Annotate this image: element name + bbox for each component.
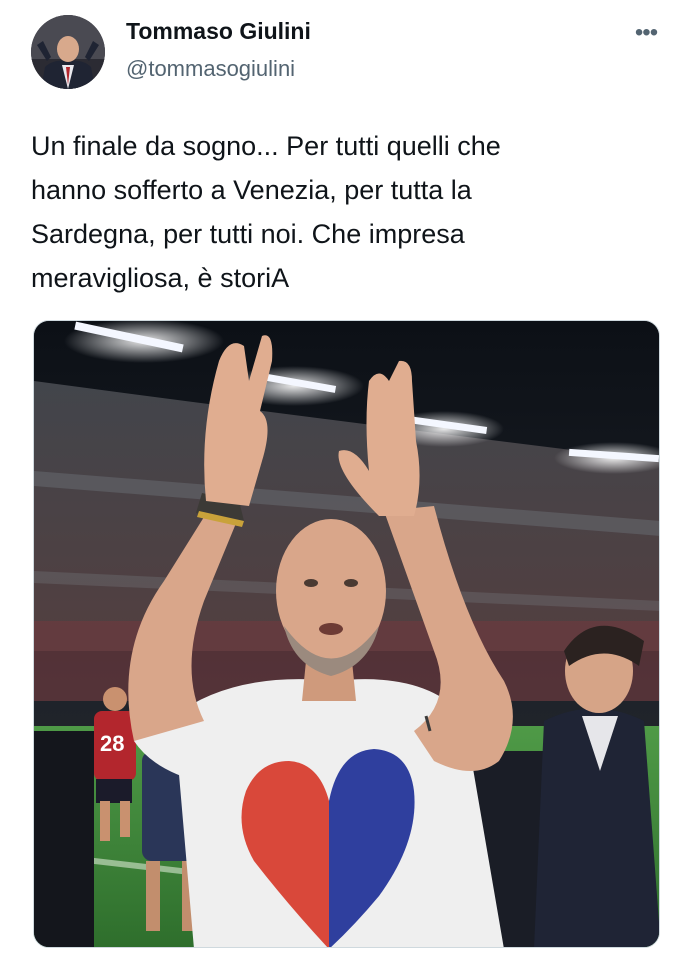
post-photo[interactable]: 28 xyxy=(33,320,660,948)
post-text: Un finale da sogno... Per tutti quelli c… xyxy=(31,131,501,293)
avatar[interactable] xyxy=(31,15,105,89)
tweet-card: Tommaso Giulini @tommasogiulini ••• Un f… xyxy=(0,0,693,960)
more-horizontal-icon[interactable]: ••• xyxy=(626,20,666,46)
author-handle[interactable]: @tommasogiulini xyxy=(126,56,295,82)
jersey-number: 28 xyxy=(100,731,124,756)
author-display-name[interactable]: Tommaso Giulini xyxy=(126,18,311,45)
photo-illustration: 28 xyxy=(34,321,659,947)
avatar-image xyxy=(31,15,105,89)
